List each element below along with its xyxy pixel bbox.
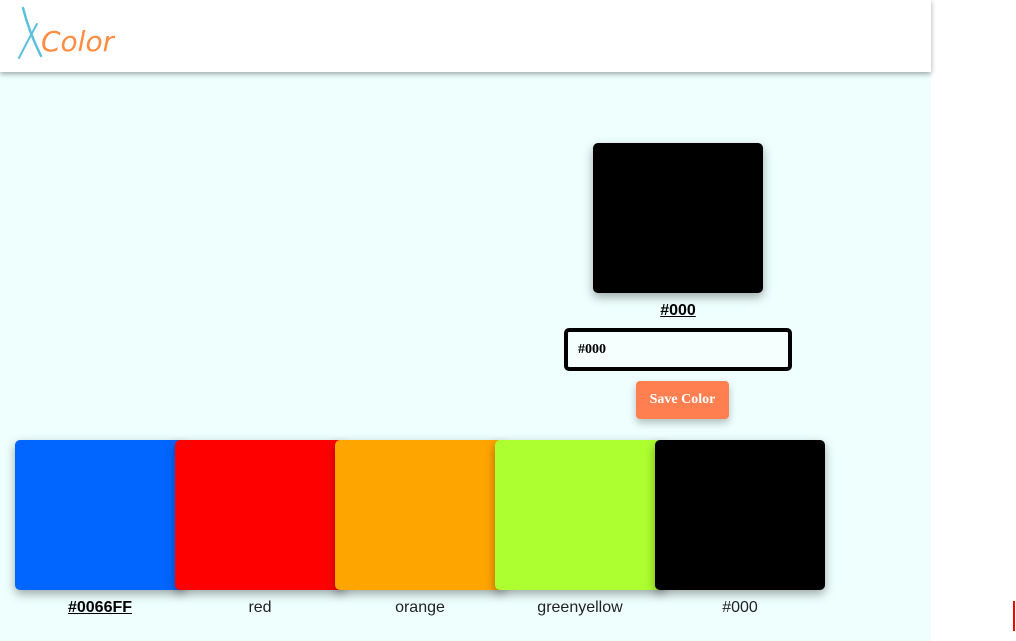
app-canvas: Color #000 Save Color #0066FF red orange… [0, 0, 931, 641]
swatch-black[interactable] [655, 440, 825, 590]
swatch-red[interactable] [175, 440, 345, 590]
swatch-label-red: red [248, 599, 272, 616]
color-input[interactable] [564, 328, 792, 371]
swatch-blue[interactable] [15, 440, 185, 590]
swatch-greenyellow[interactable] [495, 440, 665, 590]
logo-text: Color [41, 25, 115, 58]
save-color-button[interactable]: Save Color [636, 381, 729, 419]
preview-color-label: #000 [660, 302, 696, 319]
swatch-orange[interactable] [335, 440, 505, 590]
swatch-label-black: #000 [722, 599, 758, 616]
swatch-label-greenyellow: greenyellow [537, 599, 623, 616]
preview-swatch [593, 143, 763, 293]
swatch-label-orange: orange [395, 599, 445, 616]
header: Color [0, 0, 931, 72]
text-cursor-mark [1013, 601, 1015, 631]
xcolor-logo[interactable]: Color [15, 4, 115, 64]
swatch-label-blue: #0066FF [67, 599, 133, 616]
